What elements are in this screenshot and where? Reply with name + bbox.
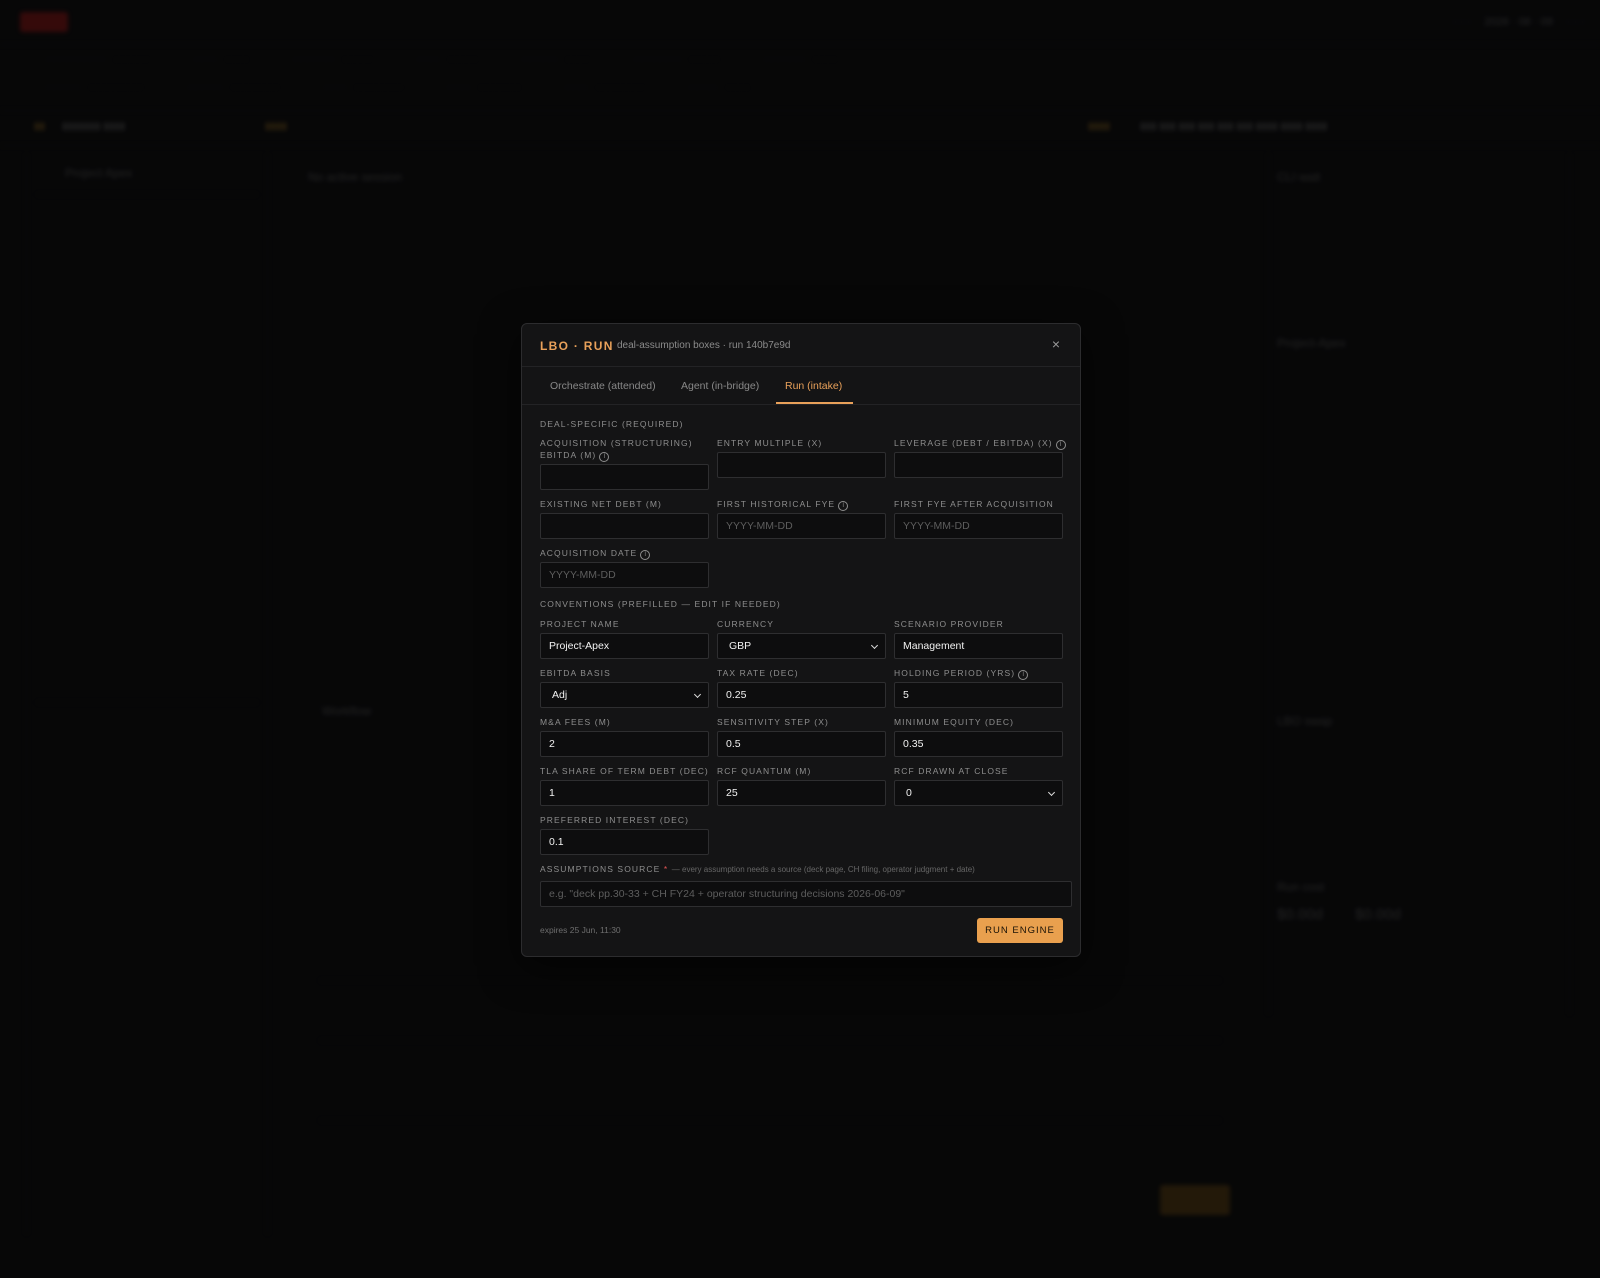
label-rcf-quantum: RCF QUANTUM (M) (717, 766, 812, 776)
conventions-section-heading: CONVENTIONS (PREFILLED — EDIT IF NEEDED) (540, 599, 781, 609)
holding-period-input[interactable]: 5 (894, 682, 1063, 708)
currency-select[interactable]: GBP (717, 633, 886, 659)
sensitivity-step-input[interactable]: 0.5 (717, 731, 886, 757)
label-project-name: PROJECT NAME (540, 619, 620, 629)
ma-fees-input[interactable]: 2 (540, 731, 709, 757)
modal-header: LBO · RUN deal-assumption boxes · run 14… (522, 324, 1080, 367)
entry-multiple-input[interactable] (717, 452, 886, 478)
info-icon[interactable]: i (1018, 670, 1029, 680)
ebitda-basis-select[interactable]: Adj (540, 682, 709, 708)
lbo-run-modal: LBO · RUN deal-assumption boxes · run 14… (521, 323, 1081, 957)
modal-tabs: Orchestrate (attended) Agent (in-bridge)… (522, 367, 1080, 405)
modal-title: LBO · RUN (540, 339, 614, 353)
label-preferred-interest: PREFERRED INTEREST (DEC) (540, 815, 690, 825)
label-first-historical-fye: FIRST HISTORICAL FYE i (717, 498, 849, 511)
label-currency: CURRENCY (717, 619, 774, 629)
tla-share-input[interactable]: 1 (540, 780, 709, 806)
scenario-provider-input[interactable]: Management (894, 633, 1063, 659)
info-icon[interactable]: i (838, 501, 849, 511)
acquisition-ebitda-input[interactable] (540, 464, 709, 490)
tab-run-intake[interactable]: Run (intake) (785, 380, 842, 392)
run-engine-button[interactable]: RUN ENGINE (977, 918, 1063, 943)
rcf-drawn-at-close-select[interactable]: 0 (894, 780, 1063, 806)
expires-text: expires 25 Jun, 11:30 (540, 925, 621, 935)
label-existing-net-debt: EXISTING NET DEBT (M) (540, 499, 662, 509)
label-acquisition-ebitda: ACQUISITION (STRUCTURING) EBITDA (M) i (540, 438, 693, 462)
leverage-input[interactable] (894, 452, 1063, 478)
active-tab-indicator (776, 402, 853, 404)
source-note: — every assumption needs a source (deck … (671, 865, 975, 874)
rcf-quantum-input[interactable]: 25 (717, 780, 886, 806)
label-tla-share: TLA SHARE OF TERM DEBT (DEC) (540, 766, 709, 776)
deal-section-heading: DEAL-SPECIFIC (REQUIRED) (540, 419, 684, 429)
info-icon[interactable]: i (599, 452, 610, 462)
tab-orchestrate[interactable]: Orchestrate (attended) (550, 380, 656, 392)
info-icon[interactable]: i (640, 550, 651, 560)
project-name-input[interactable]: Project-Apex (540, 633, 709, 659)
assumptions-source-input[interactable]: e.g. "deck pp.30-33 + CH FY24 + operator… (540, 881, 1072, 907)
label-holding-period: HOLDING PERIOD (YRS) i (894, 667, 1029, 680)
label-leverage: LEVERAGE (DEBT / EBITDA) (X) i (894, 437, 1066, 450)
label-tax-rate: TAX RATE (DEC) (717, 668, 799, 678)
existing-net-debt-input[interactable] (540, 513, 709, 539)
label-sensitivity-step: SENSITIVITY STEP (X) (717, 717, 829, 727)
first-fye-after-acquisition-input[interactable]: YYYY-MM-DD (894, 513, 1063, 539)
acquisition-date-input[interactable]: YYYY-MM-DD (540, 562, 709, 588)
info-icon[interactable]: i (1055, 440, 1066, 450)
first-historical-fye-input[interactable]: YYYY-MM-DD (717, 513, 886, 539)
tab-agent[interactable]: Agent (in-bridge) (681, 380, 759, 392)
label-first-fye-after-acquisition: FIRST FYE AFTER ACQUISITION (894, 499, 1054, 509)
minimum-equity-input[interactable]: 0.35 (894, 731, 1063, 757)
tax-rate-input[interactable]: 0.25 (717, 682, 886, 708)
close-icon[interactable]: × (1052, 336, 1060, 352)
label-acquisition-date: ACQUISITION DATE i (540, 547, 651, 560)
label-entry-multiple: ENTRY MULTIPLE (X) (717, 438, 823, 448)
label-ma-fees: M&A FEES (M) (540, 717, 611, 727)
preferred-interest-input[interactable]: 0.1 (540, 829, 709, 855)
modal-subtitle: deal-assumption boxes · run 140b7e9d (617, 340, 791, 351)
label-ebitda-basis: EBITDA BASIS (540, 668, 611, 678)
assumptions-source-label: ASSUMPTIONS SOURCE * — every assumption … (540, 864, 975, 874)
required-marker: * (663, 864, 669, 874)
label-scenario-provider: SCENARIO PROVIDER (894, 619, 1004, 629)
label-rcf-drawn-at-close: RCF DRAWN AT CLOSE (894, 766, 1009, 776)
label-minimum-equity: MINIMUM EQUITY (DEC) (894, 717, 1015, 727)
